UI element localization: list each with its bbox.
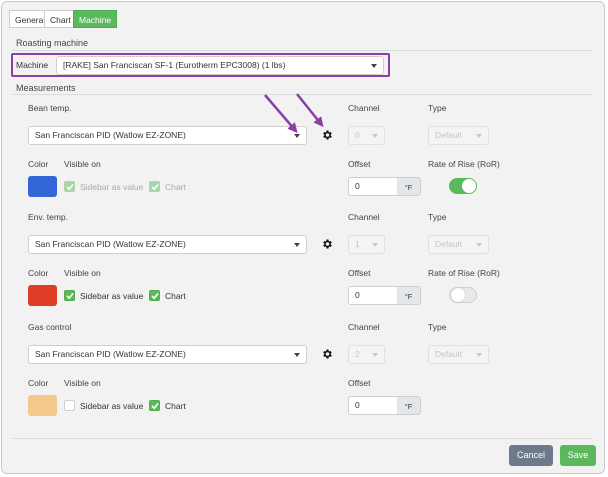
gas-control-channel-select[interactable]: 2 bbox=[348, 345, 385, 364]
channel-label: Channel bbox=[348, 103, 380, 113]
chevron-down-icon bbox=[476, 353, 482, 357]
tab-machine[interactable]: Machine bbox=[73, 10, 118, 28]
unit-addon: °F bbox=[397, 177, 421, 196]
toggle-knob bbox=[462, 179, 476, 193]
chevron-down-icon bbox=[294, 353, 300, 357]
sidebar-as-value-label: Sidebar as value bbox=[80, 401, 144, 411]
check-icon bbox=[151, 292, 159, 300]
visible-on-label: Visible on bbox=[64, 268, 101, 278]
channel-select-value: 1 bbox=[355, 239, 360, 249]
ror-label: Rate of Rise (RoR) bbox=[428, 159, 500, 169]
env-temp-type-select[interactable]: Default bbox=[428, 235, 489, 254]
bean-temp-channel-select[interactable]: 0 bbox=[348, 126, 385, 145]
check-icon bbox=[151, 183, 159, 191]
chart-label: Chart bbox=[165, 401, 186, 411]
annotation-arrows bbox=[264, 93, 324, 134]
bean-temp-type-select[interactable]: Default bbox=[428, 126, 489, 145]
chevron-down-icon bbox=[371, 64, 377, 68]
chevron-down-icon bbox=[294, 243, 300, 247]
device-select-value: San Franciscan PID (Watlow EZ-ZONE) bbox=[35, 349, 186, 359]
env-temp-offset-input[interactable]: 0 bbox=[348, 286, 398, 305]
type-select-value: Default bbox=[435, 239, 462, 249]
tab-chart[interactable]: Chart bbox=[44, 10, 77, 28]
machine-select[interactable]: [RAKE] San Franciscan SF-1 (Eurotherm EP… bbox=[56, 56, 384, 75]
bean-temp-chart-checkbox[interactable] bbox=[149, 181, 160, 192]
type-select-value: Default bbox=[435, 349, 462, 359]
unit-addon: °F bbox=[397, 286, 421, 305]
toggle-knob bbox=[451, 288, 465, 302]
chart-label: Chart bbox=[165, 182, 186, 192]
machine-label: Machine bbox=[16, 60, 49, 70]
type-label: Type bbox=[428, 212, 447, 222]
chart-label: Chart bbox=[165, 291, 186, 301]
sidebar-as-value-label: Sidebar as value bbox=[80, 291, 144, 301]
channel-label: Channel bbox=[348, 212, 380, 222]
offset-label: Offset bbox=[348, 268, 371, 278]
gear-icon[interactable] bbox=[321, 348, 333, 360]
check-icon bbox=[66, 292, 74, 300]
machine-select-value: [RAKE] San Franciscan SF-1 (Eurotherm EP… bbox=[63, 60, 286, 70]
bean-temp-ror-toggle[interactable] bbox=[449, 178, 477, 194]
chevron-down-icon bbox=[476, 243, 482, 247]
device-select-value: San Franciscan PID (Watlow EZ-ZONE) bbox=[35, 239, 186, 249]
arrow-to-gear bbox=[296, 93, 324, 128]
color-label: Color bbox=[28, 378, 49, 388]
type-select-value: Default bbox=[435, 130, 462, 140]
cancel-button[interactable]: Cancel bbox=[509, 445, 553, 466]
channel-label: Channel bbox=[348, 322, 380, 332]
bean-temp-color-swatch[interactable] bbox=[28, 176, 57, 197]
color-label: Color bbox=[28, 159, 49, 169]
gas-control-color-swatch[interactable] bbox=[28, 395, 57, 416]
gear-icon[interactable] bbox=[321, 238, 333, 250]
channel-select-value: 2 bbox=[355, 349, 360, 359]
gas-control-sidebar-checkbox[interactable] bbox=[64, 400, 75, 411]
divider bbox=[12, 50, 592, 51]
env-temp-label: Env. temp. bbox=[28, 212, 68, 222]
env-temp-ror-toggle[interactable] bbox=[449, 287, 477, 303]
ror-label: Rate of Rise (RoR) bbox=[428, 268, 500, 278]
channel-select-value: 0 bbox=[355, 130, 360, 140]
chevron-down-icon bbox=[372, 353, 378, 357]
unit-addon: °F bbox=[397, 396, 421, 415]
visible-on-label: Visible on bbox=[64, 378, 101, 388]
env-temp-channel-select[interactable]: 1 bbox=[348, 235, 385, 254]
visible-on-label: Visible on bbox=[64, 159, 101, 169]
offset-label: Offset bbox=[348, 378, 371, 388]
roasting-machine-section-title: Roasting machine bbox=[16, 38, 89, 48]
env-temp-sidebar-checkbox[interactable] bbox=[64, 290, 75, 301]
type-label: Type bbox=[428, 322, 447, 332]
env-temp-color-swatch[interactable] bbox=[28, 285, 57, 306]
bean-temp-sidebar-checkbox[interactable] bbox=[64, 181, 75, 192]
gas-control-chart-checkbox[interactable] bbox=[149, 400, 160, 411]
chevron-down-icon bbox=[372, 134, 378, 138]
gas-control-offset-input[interactable]: 0 bbox=[348, 396, 398, 415]
device-select-value: San Franciscan PID (Watlow EZ-ZONE) bbox=[35, 130, 186, 140]
env-temp-chart-checkbox[interactable] bbox=[149, 290, 160, 301]
divider bbox=[12, 438, 592, 439]
offset-label: Offset bbox=[348, 159, 371, 169]
save-button[interactable]: Save bbox=[560, 445, 596, 466]
bean-temp-offset-input[interactable]: 0 bbox=[348, 177, 398, 196]
bean-temp-label: Bean temp. bbox=[28, 103, 72, 113]
chevron-down-icon bbox=[476, 134, 482, 138]
sidebar-as-value-label: Sidebar as value bbox=[80, 182, 144, 192]
color-label: Color bbox=[28, 268, 49, 278]
gas-control-device-select[interactable]: San Franciscan PID (Watlow EZ-ZONE) bbox=[28, 345, 307, 364]
check-icon bbox=[66, 183, 74, 191]
type-label: Type bbox=[428, 103, 447, 113]
gas-control-type-select[interactable]: Default bbox=[428, 345, 489, 364]
check-icon bbox=[151, 402, 159, 410]
measurements-section-title: Measurements bbox=[16, 83, 76, 93]
env-temp-device-select[interactable]: San Franciscan PID (Watlow EZ-ZONE) bbox=[28, 235, 307, 254]
arrow-to-device-caret bbox=[264, 94, 298, 134]
gas-control-label: Gas control bbox=[28, 322, 72, 332]
chevron-down-icon bbox=[372, 243, 378, 247]
